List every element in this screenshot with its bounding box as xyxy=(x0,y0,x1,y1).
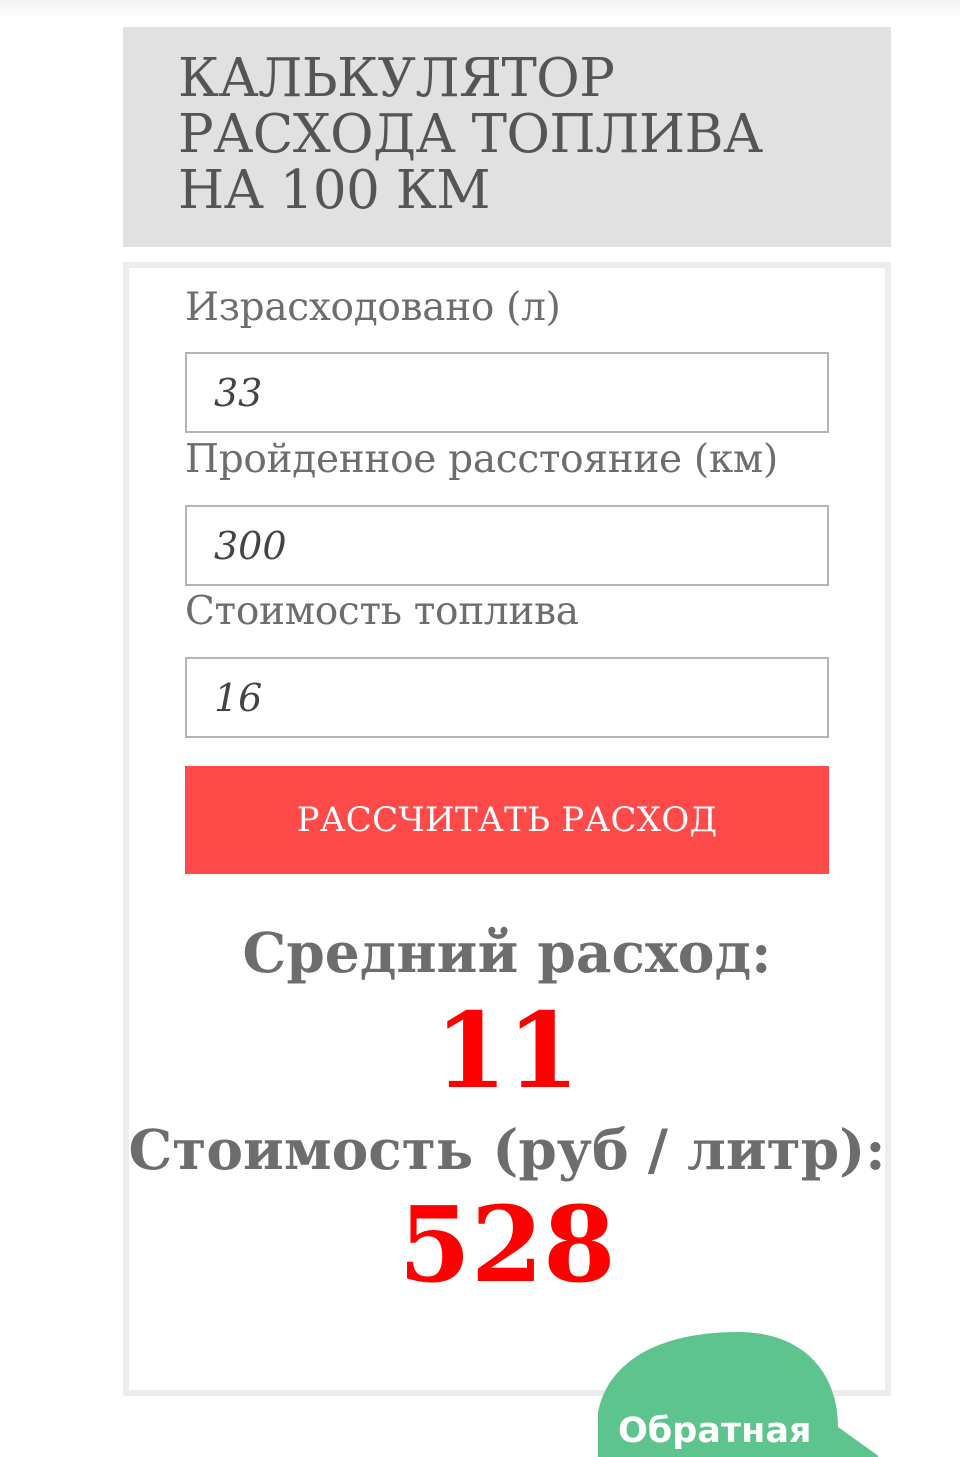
calculate-button[interactable]: РАССЧИТАТЬ РАСХОД xyxy=(185,766,829,874)
fuel-used-label: Израсходовано (л) xyxy=(185,285,561,330)
cost-value: 528 xyxy=(398,1183,616,1306)
average-consumption-value: 11 xyxy=(434,989,580,1112)
feedback-label: Обратная xyxy=(618,1411,812,1451)
distance-input[interactable] xyxy=(185,505,829,586)
fuel-used-input[interactable] xyxy=(185,352,829,433)
fuel-cost-input[interactable] xyxy=(185,657,829,738)
calculator-header: КАЛЬКУЛЯТОР РАСХОДА ТОПЛИВА НА 100 КМ xyxy=(123,27,891,247)
feedback-widget[interactable]: Обратная xyxy=(598,1332,878,1457)
average-consumption-label: Средний расход: xyxy=(242,920,772,985)
top-shadow xyxy=(0,0,960,18)
page-title: КАЛЬКУЛЯТОР РАСХОДА ТОПЛИВА НА 100 КМ xyxy=(178,48,763,221)
distance-label: Пройденное расстояние (км) xyxy=(185,437,778,482)
fuel-cost-label: Стоимость топлива xyxy=(185,589,579,634)
cost-label: Стоимость (руб / литр): xyxy=(128,1117,886,1182)
